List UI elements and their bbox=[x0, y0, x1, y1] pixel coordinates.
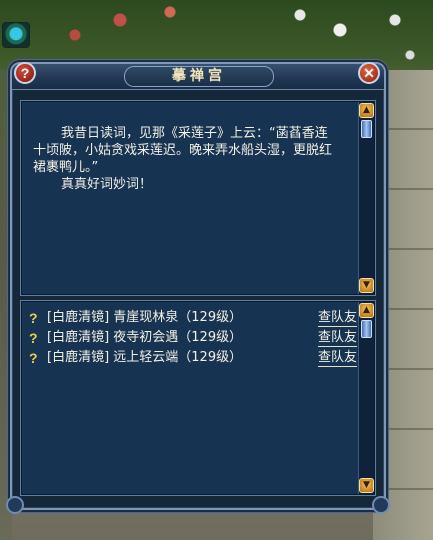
dialogue-line: 十顷陂，小姑贪戏采莲迟。晚来弄水船头湿，更脱红 bbox=[33, 143, 333, 158]
dialogue-line: 裙裹鸭儿。” bbox=[33, 160, 99, 175]
quest-row[interactable]: ? [白鹿清镜] 远上轻云端（129级） 查队友 bbox=[29, 349, 361, 369]
scroll-up-icon[interactable]: ▲ bbox=[359, 303, 374, 318]
quest-panel: ? [白鹿清镜] 青崖现林泉（129级） 查队友 ? [白鹿清镜] 夜寺初会遇（… bbox=[20, 300, 376, 496]
quest-question-icon: ? bbox=[29, 350, 38, 366]
dialogue-scrollbar[interactable]: ▲ ▼ bbox=[358, 102, 374, 294]
corner-ornament bbox=[6, 496, 24, 514]
window-title: 摹禅宫 bbox=[124, 66, 274, 87]
quest-row[interactable]: ? [白鹿清镜] 夜寺初会遇（129级） 查队友 bbox=[29, 329, 361, 349]
title-bar: 摹禅宫 bbox=[12, 64, 384, 90]
close-button[interactable]: ✕ bbox=[358, 62, 380, 84]
quest-scrollbar[interactable]: ▲ ▼ bbox=[358, 302, 374, 494]
help-button[interactable]: ? bbox=[14, 62, 36, 84]
find-teammates-link[interactable]: 查队友 bbox=[317, 329, 357, 347]
scroll-up-icon[interactable]: ▲ bbox=[359, 103, 374, 118]
scroll-down-icon[interactable]: ▼ bbox=[359, 478, 374, 493]
quest-list: ? [白鹿清镜] 青崖现林泉（129级） 查队友 ? [白鹿清镜] 夜寺初会遇（… bbox=[29, 309, 361, 369]
quest-question-icon: ? bbox=[29, 310, 38, 326]
dialogue-line: 真真好词妙词！ bbox=[61, 177, 153, 192]
dialogue-panel: 我昔日读词，见那《采莲子》上云：“菡萏香连 十顷陂，小姑贪戏采莲迟。晚来弄水船头… bbox=[20, 100, 376, 296]
dialog-window: 摹禅宫 ? ✕ 我昔日读词，见那《采莲子》上云：“菡萏香连 十顷陂，小姑贪戏采莲… bbox=[6, 62, 390, 514]
quest-name[interactable]: [白鹿清镜] 远上轻云端（129级） bbox=[47, 349, 242, 367]
find-teammates-link[interactable]: 查队友 bbox=[317, 309, 357, 327]
scroll-down-icon[interactable]: ▼ bbox=[359, 278, 374, 293]
dialogue-line: 我昔日读词，见那《采莲子》上云：“菡萏香连 bbox=[61, 126, 328, 141]
corner-ornament bbox=[372, 496, 390, 514]
quest-name[interactable]: [白鹿清镜] 青崖现林泉（129级） bbox=[47, 309, 242, 327]
find-teammates-link[interactable]: 查队友 bbox=[317, 349, 357, 367]
quest-question-icon: ? bbox=[29, 330, 38, 346]
dialogue-text: 我昔日读词，见那《采莲子》上云：“菡萏香连 十顷陂，小姑贪戏采莲迟。晚来弄水船头… bbox=[33, 125, 357, 193]
minimap-orb-icon[interactable] bbox=[2, 22, 30, 48]
scroll-thumb[interactable] bbox=[361, 120, 372, 138]
quest-row[interactable]: ? [白鹿清镜] 青崖现林泉（129级） 查队友 bbox=[29, 309, 361, 329]
quest-name[interactable]: [白鹿清镜] 夜寺初会遇（129级） bbox=[47, 329, 242, 347]
scroll-thumb[interactable] bbox=[361, 320, 372, 338]
